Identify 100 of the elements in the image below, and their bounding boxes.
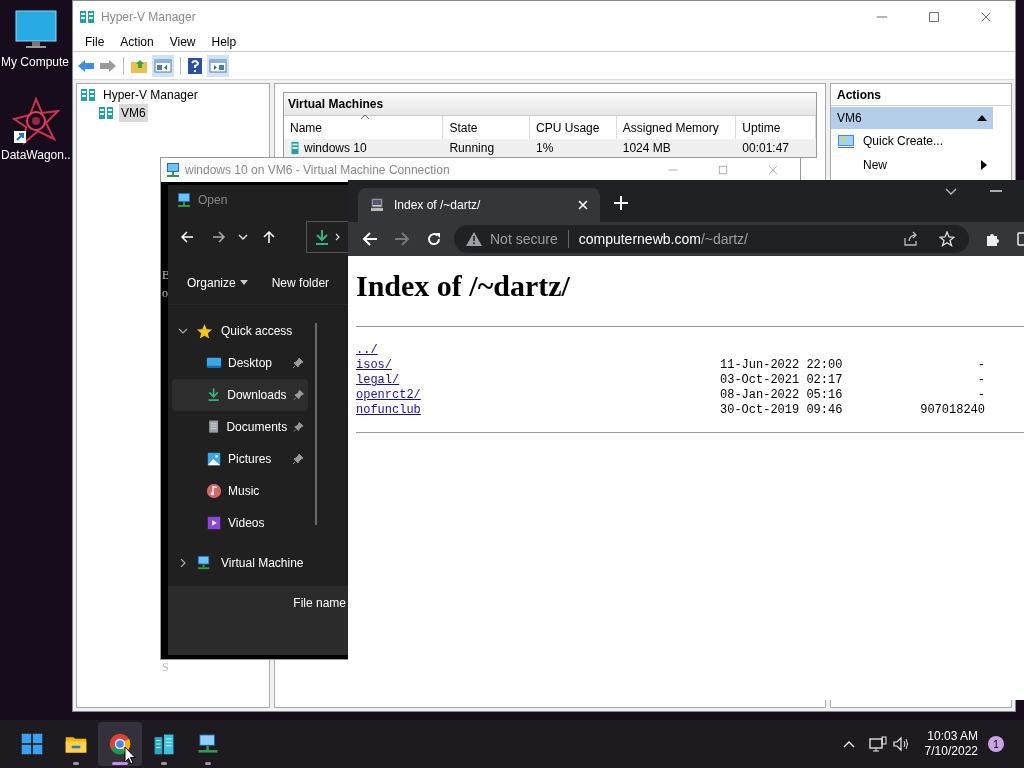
collapse-caret-icon[interactable] bbox=[977, 115, 987, 121]
tree-item[interactable]: VM6 bbox=[119, 104, 148, 122]
reload-icon[interactable] bbox=[426, 231, 442, 247]
pane-header: Actions bbox=[831, 84, 1011, 106]
download-icon bbox=[206, 387, 222, 403]
file-link[interactable]: openrct2/ bbox=[356, 388, 421, 402]
window-title: windows 10 on VM6 - Virtual Machine Connection bbox=[185, 162, 450, 179]
up-icon[interactable] bbox=[262, 230, 276, 244]
group-header[interactable]: VM6 bbox=[831, 107, 993, 129]
nav-item[interactable]: Videos bbox=[172, 507, 308, 539]
security-label: Not secure bbox=[490, 229, 558, 249]
side-panel-icon[interactable] bbox=[1017, 231, 1024, 247]
server-icon bbox=[79, 8, 95, 25]
table-cell-text: 08-Jan-2022 05:16 bbox=[720, 388, 844, 403]
guest-text: S bbox=[162, 660, 169, 674]
menu-item[interactable]: File bbox=[79, 32, 111, 51]
cursor-icon bbox=[124, 746, 136, 765]
scrollbar[interactable] bbox=[315, 323, 317, 525]
file-link[interactable]: ../ bbox=[356, 343, 378, 357]
warning-icon bbox=[466, 232, 482, 246]
pane-toggle-icon[interactable] bbox=[152, 54, 174, 77]
download-icon bbox=[315, 229, 329, 245]
table-row[interactable]: windows 10 Running 1% 1024 MB 00:01:47 bbox=[284, 139, 816, 157]
network-computer-icon bbox=[165, 162, 181, 178]
server-icon bbox=[290, 141, 300, 155]
actions-pane-link[interactable]: New bbox=[863, 156, 973, 174]
computer-icon bbox=[370, 198, 384, 212]
video-icon bbox=[206, 515, 222, 531]
dropdown-caret-icon bbox=[239, 280, 248, 285]
icon-label: My Compute bbox=[1, 55, 71, 69]
chevron-up-icon[interactable] bbox=[842, 740, 855, 748]
volume-icon[interactable] bbox=[892, 736, 911, 752]
back-icon[interactable] bbox=[180, 230, 194, 244]
browser-tab[interactable]: Index of /~dartz/ bbox=[358, 188, 600, 222]
star-pattern-icon[interactable] bbox=[12, 97, 60, 145]
star-icon[interactable] bbox=[939, 231, 955, 247]
notification-badge[interactable]: 1 bbox=[988, 736, 1004, 752]
tree-item[interactable]: Hyper-V Manager bbox=[101, 86, 200, 104]
dialog-title: Open bbox=[198, 192, 228, 209]
nav-item[interactable]: Documents bbox=[172, 411, 308, 443]
table-cell-text: 30-Oct-2019 09:46 bbox=[720, 403, 844, 418]
table-cell-text: - bbox=[976, 373, 985, 388]
create-vm-icon bbox=[837, 133, 855, 149]
server-icon bbox=[152, 732, 176, 756]
back-icon[interactable] bbox=[362, 231, 378, 247]
network-computer-icon bbox=[176, 192, 192, 208]
table-cell-text: Running bbox=[449, 140, 495, 157]
window-title: Hyper-V Manager bbox=[101, 8, 196, 26]
taskbar-button[interactable] bbox=[98, 722, 142, 766]
picture-icon bbox=[206, 451, 222, 467]
network-computer-icon bbox=[196, 732, 220, 756]
browser-logo-icon bbox=[108, 732, 132, 756]
icon-label: DataWagon.. bbox=[1, 148, 71, 162]
menu-item[interactable]: Action bbox=[114, 32, 160, 51]
submenu-arrow-icon bbox=[981, 160, 987, 170]
table-cell-text: - bbox=[976, 388, 985, 403]
nav-item[interactable]: Downloads bbox=[172, 379, 308, 411]
folder-up-icon[interactable] bbox=[130, 57, 148, 74]
puzzle-icon[interactable] bbox=[985, 231, 1001, 247]
organize-button[interactable]: Organize bbox=[187, 273, 248, 292]
help-icon[interactable] bbox=[187, 56, 203, 75]
guest-text: o bbox=[162, 286, 168, 300]
file-link[interactable]: nofunclub bbox=[356, 403, 421, 417]
chevron-down-icon[interactable] bbox=[178, 327, 188, 335]
nav-item[interactable]: Music bbox=[172, 475, 308, 507]
server-icon bbox=[97, 105, 115, 121]
nav-item[interactable]: Quick access bbox=[168, 315, 348, 347]
nav-item[interactable]: Virtual Machine bbox=[168, 547, 348, 579]
maximize-icon[interactable] bbox=[927, 9, 941, 24]
server-icon bbox=[79, 87, 97, 103]
url-text: computernewb.com/~dartz/ bbox=[578, 229, 749, 249]
nav-item[interactable]: Desktop bbox=[172, 347, 308, 379]
sort-caret-icon bbox=[360, 114, 370, 120]
network-icon[interactable] bbox=[868, 736, 887, 752]
table-cell-text: 00:01:47 bbox=[742, 140, 789, 157]
new-tab-icon[interactable] bbox=[614, 196, 628, 210]
address-bar[interactable]: Not secure computernewb.com/~dartz/ bbox=[454, 225, 969, 253]
table-cell-text: 1024 MB bbox=[622, 140, 671, 157]
action-pane-icon[interactable] bbox=[207, 54, 229, 77]
new-folder-button[interactable]: New folder bbox=[271, 273, 330, 292]
clock[interactable]: 10:03 AM 7/10/2022 bbox=[924, 729, 978, 759]
chevron-down-icon[interactable] bbox=[945, 188, 957, 196]
actions-pane-link[interactable]: Quick Create... bbox=[863, 132, 987, 150]
table-cell-text: 1% bbox=[536, 140, 554, 157]
forward-icon[interactable] bbox=[212, 230, 226, 244]
field-label: File name bbox=[293, 595, 346, 612]
section-header: Virtual Machines bbox=[284, 93, 816, 115]
chevron-right-icon[interactable] bbox=[178, 559, 188, 567]
file-link[interactable]: isos/ bbox=[356, 358, 392, 372]
share-icon[interactable] bbox=[903, 231, 919, 247]
document-icon bbox=[206, 419, 221, 435]
file-link[interactable]: legal/ bbox=[356, 373, 400, 387]
table-cell-text: - bbox=[976, 358, 985, 373]
nav-item[interactable]: Pictures bbox=[172, 443, 308, 475]
forward-arrow-icon[interactable] bbox=[99, 57, 117, 74]
table-cell-text: 907018240 bbox=[919, 403, 985, 418]
back-arrow-icon[interactable] bbox=[77, 57, 95, 74]
windows-logo-icon bbox=[20, 732, 44, 756]
menu-item[interactable]: Help bbox=[205, 32, 243, 51]
menu-item[interactable]: View bbox=[163, 32, 202, 51]
